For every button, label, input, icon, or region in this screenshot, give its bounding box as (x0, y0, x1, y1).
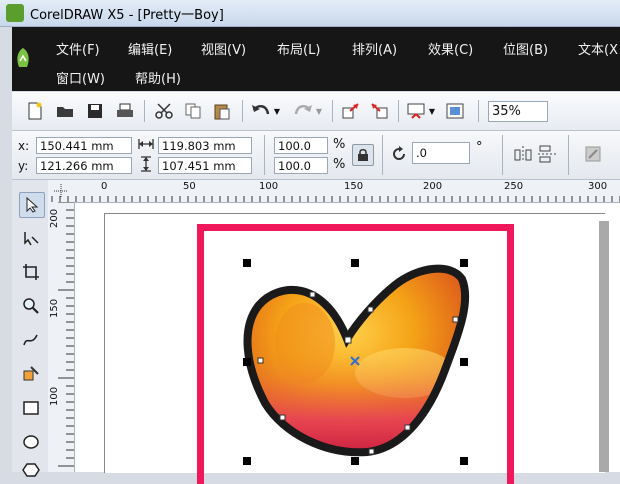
selection-handle[interactable] (460, 457, 468, 465)
undo-icon[interactable] (250, 100, 272, 122)
zoom-level-field[interactable]: 35% (488, 101, 548, 122)
selection-handle[interactable] (460, 358, 468, 366)
selection-handle[interactable] (351, 259, 359, 267)
degree-label: ° (476, 140, 483, 155)
selection-handle[interactable] (243, 259, 251, 267)
percent-label: % (333, 137, 345, 152)
percent-label: % (333, 157, 345, 172)
menu-view[interactable]: 视图(V) (201, 39, 246, 58)
selection-handle[interactable] (243, 457, 251, 465)
y-position-field[interactable]: 121.266 mm (36, 157, 132, 174)
smart-fill-icon[interactable] (19, 362, 43, 386)
width-field[interactable]: 119.803 mm (158, 137, 252, 154)
menu-bitmaps[interactable]: 位图(B) (503, 39, 548, 58)
vertical-ruler: 200 150 100 (48, 202, 75, 472)
print-icon[interactable] (114, 100, 136, 122)
redo-dropdown-icon[interactable]: ▼ (314, 100, 324, 122)
pick-icon[interactable] (19, 192, 45, 218)
menu-window[interactable]: 窗口(W) (56, 68, 105, 87)
selection-handle[interactable] (243, 358, 251, 366)
cut-icon[interactable] (153, 100, 175, 122)
height-field[interactable]: 107.451 mm (158, 157, 252, 174)
welcome-screen-icon[interactable] (444, 100, 466, 122)
property-bar: x: 150.441 mm y: 121.266 mm 119.803 mm 1… (12, 131, 620, 180)
height-icon (136, 155, 156, 173)
open-folder-icon[interactable] (54, 100, 76, 122)
menu-help[interactable]: 帮助(H) (135, 68, 181, 87)
ruler-label: 200 (49, 209, 60, 228)
crop-icon[interactable] (19, 260, 43, 284)
window-title: CorelDRAW X5 - [Pretty一Boy] (30, 4, 224, 23)
title-bar: CorelDRAW X5 - [Pretty一Boy] (0, 0, 620, 27)
x-label: x: (18, 139, 29, 153)
import-icon[interactable] (340, 100, 362, 122)
heart-image[interactable] (75, 203, 620, 472)
redo-icon[interactable] (292, 100, 314, 122)
export-icon[interactable] (368, 100, 390, 122)
ruler-label: 100 (259, 181, 278, 192)
outline-pen-icon[interactable] (582, 143, 604, 165)
horizontal-ruler: 0 50 100 150 200 250 300 (48, 180, 620, 203)
copy-icon[interactable] (182, 100, 204, 122)
save-icon[interactable] (84, 100, 106, 122)
polygon-icon[interactable] (19, 458, 43, 482)
selection-handle[interactable] (351, 457, 359, 465)
mirror-vertical-icon[interactable] (536, 143, 558, 165)
y-label: y: (18, 159, 28, 173)
ruler-label: 100 (49, 387, 60, 406)
standard-toolbar: ▼ ▼ ▼ 35% (12, 92, 620, 131)
menu-layout[interactable]: 布局(L) (277, 39, 320, 58)
rotate-icon (388, 143, 410, 165)
x-position-field[interactable]: 150.441 mm (36, 137, 132, 154)
menu-file[interactable]: 文件(F) (56, 39, 100, 58)
paste-icon[interactable] (211, 100, 233, 122)
rectangle-icon[interactable] (19, 396, 43, 420)
application-launcher-icon[interactable] (405, 100, 427, 122)
drawing-canvas[interactable] (75, 203, 620, 472)
scale-width-field[interactable]: 100.0 (274, 137, 328, 154)
scale-height-field[interactable]: 100.0 (274, 157, 328, 174)
ruler-label: 0 (101, 181, 107, 192)
menu-bar: 文件(F) 编辑(E) 视图(V) 布局(L) 排列(A) 效果(C) 位图(B… (12, 27, 620, 91)
menu-text[interactable]: 文本(X (578, 39, 618, 58)
ruler-label: 50 (183, 181, 196, 192)
rotation-angle-field[interactable]: .0 (412, 142, 470, 164)
ruler-label: 250 (504, 181, 523, 192)
mirror-horizontal-icon[interactable] (512, 143, 534, 165)
lock-ratio-icon[interactable] (352, 144, 374, 166)
menu-arrange[interactable]: 排列(A) (352, 39, 397, 58)
width-icon (136, 135, 156, 153)
zoom-icon[interactable] (19, 294, 43, 318)
corel-logo-icon (14, 47, 32, 69)
app-icon (6, 4, 24, 22)
selection-handle[interactable] (460, 259, 468, 267)
launcher-dropdown-icon[interactable]: ▼ (427, 100, 437, 122)
ruler-label: 150 (344, 181, 363, 192)
ruler-label: 200 (423, 181, 442, 192)
ruler-label: 150 (49, 299, 60, 318)
menu-effects[interactable]: 效果(C) (428, 39, 473, 58)
ruler-origin-icon[interactable] (54, 184, 68, 198)
menu-edit[interactable]: 编辑(E) (128, 39, 172, 58)
shape-icon[interactable] (19, 226, 43, 250)
new-document-icon[interactable] (24, 100, 46, 122)
ruler-label: 300 (588, 181, 607, 192)
freehand-icon[interactable] (19, 328, 43, 352)
undo-dropdown-icon[interactable]: ▼ (272, 100, 282, 122)
ellipse-icon[interactable] (19, 430, 43, 454)
toolbox (12, 180, 49, 472)
